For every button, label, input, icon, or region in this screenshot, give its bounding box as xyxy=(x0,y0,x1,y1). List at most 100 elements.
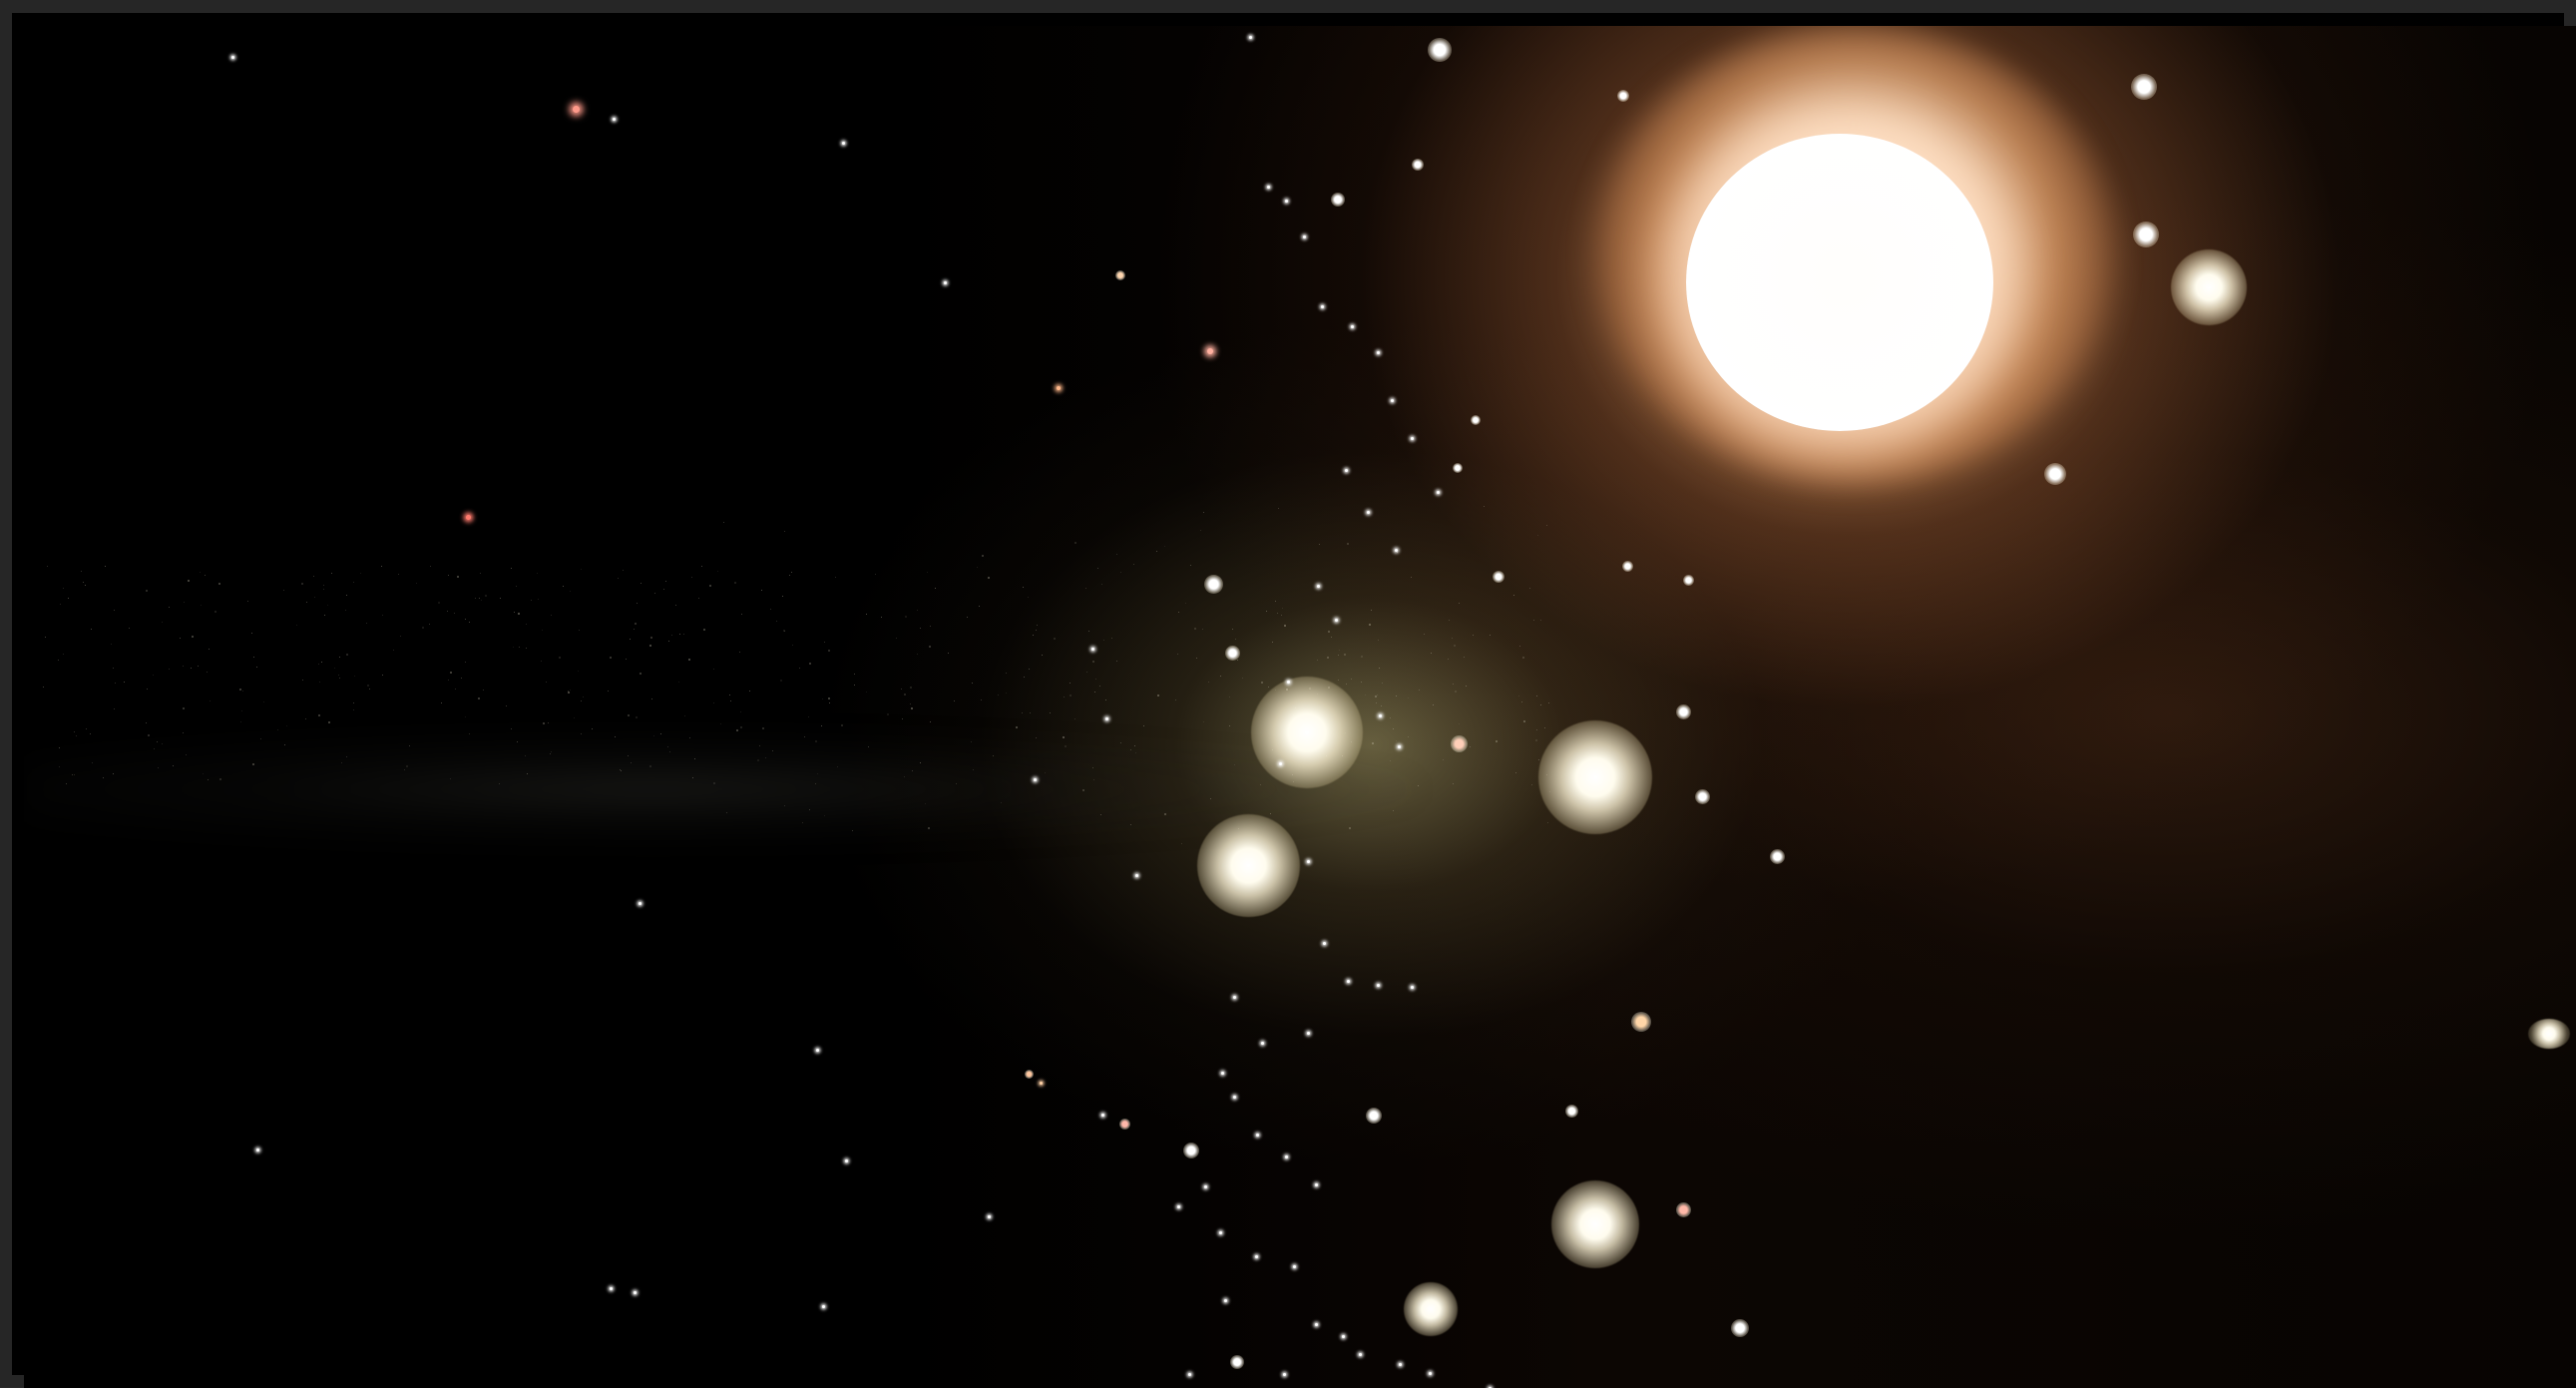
faint-star-icon xyxy=(909,703,911,705)
faint-star-icon xyxy=(1327,630,1330,633)
faint-star-icon xyxy=(1529,587,1531,589)
faint-star-icon xyxy=(42,686,44,688)
faint-star-icon xyxy=(903,776,905,778)
faint-star-icon xyxy=(147,733,150,736)
faint-star-icon xyxy=(1006,693,1008,694)
faint-star-icon xyxy=(1514,771,1516,773)
faint-star-icon xyxy=(1120,572,1122,574)
faint-star-icon xyxy=(519,647,521,649)
faint-star-icon xyxy=(124,682,126,684)
faint-star-icon xyxy=(1030,712,1032,714)
faint-star-icon xyxy=(422,627,425,630)
faint-star-icon xyxy=(204,574,206,576)
faint-star-icon xyxy=(622,570,624,572)
faint-star-icon xyxy=(1337,679,1339,681)
faint-star-icon xyxy=(240,709,242,711)
star-icon xyxy=(1224,1299,1227,1302)
faint-star-icon xyxy=(326,604,328,606)
faint-star-icon xyxy=(541,629,543,631)
star-icon xyxy=(1617,90,1629,102)
faint-star-icon xyxy=(202,772,204,774)
faint-star-icon xyxy=(904,693,907,695)
star-icon xyxy=(1391,399,1394,402)
faint-star-icon xyxy=(105,565,107,567)
star-icon xyxy=(1261,1042,1264,1045)
faint-star-icon xyxy=(345,594,347,596)
faint-star-icon xyxy=(1466,686,1468,688)
faint-star-icon xyxy=(71,773,73,775)
faint-star-icon xyxy=(1094,678,1096,680)
faint-star-icon xyxy=(1346,684,1348,686)
faint-star-icon xyxy=(827,649,830,652)
faint-star-icon xyxy=(1319,544,1321,546)
star-icon xyxy=(634,1291,637,1294)
faint-star-icon xyxy=(1069,694,1072,697)
faint-star-icon xyxy=(62,653,64,655)
faint-star-icon xyxy=(620,769,622,771)
faint-star-icon xyxy=(1396,695,1398,697)
faint-star-icon xyxy=(353,709,355,711)
faint-star-icon xyxy=(972,769,974,771)
faint-star-icon xyxy=(1535,739,1538,742)
faint-star-icon xyxy=(1347,542,1350,545)
faint-star-icon xyxy=(305,717,307,719)
faint-star-icon xyxy=(798,668,800,670)
faint-star-icon xyxy=(526,647,528,649)
faint-star-icon xyxy=(578,670,580,672)
faint-star-icon xyxy=(1069,683,1071,685)
faint-star-icon xyxy=(1535,694,1537,696)
faint-star-icon xyxy=(783,630,785,632)
faint-star-icon xyxy=(318,663,320,665)
faint-star-icon xyxy=(988,576,991,579)
faint-star-icon xyxy=(1282,607,1284,609)
faint-star-icon xyxy=(352,702,354,704)
star-icon xyxy=(1622,561,1633,572)
faint-star-icon xyxy=(708,584,711,587)
faint-star-icon xyxy=(300,582,303,585)
faint-star-icon xyxy=(1458,722,1460,724)
faint-star-icon xyxy=(1111,638,1113,640)
faint-star-icon xyxy=(247,601,249,603)
faint-star-icon xyxy=(1392,727,1394,729)
star-icon xyxy=(1359,1353,1362,1356)
faint-star-icon xyxy=(208,778,209,780)
faint-star-icon xyxy=(930,625,932,627)
star-icon xyxy=(845,1159,848,1162)
faint-star-icon xyxy=(954,700,956,702)
faint-star-icon xyxy=(1390,716,1392,718)
faint-star-icon xyxy=(684,714,686,716)
faint-star-icon xyxy=(198,665,200,667)
faint-star-icon xyxy=(207,672,209,674)
star-icon xyxy=(1091,648,1094,651)
star-icon xyxy=(1283,1373,1286,1376)
star-icon xyxy=(1379,714,1382,717)
faint-star-icon xyxy=(516,741,518,743)
faint-star-icon xyxy=(1374,694,1377,697)
star-icon xyxy=(1429,1372,1432,1375)
faint-star-icon xyxy=(301,679,303,681)
faint-star-icon xyxy=(455,688,457,690)
faint-star-icon xyxy=(912,769,913,771)
faint-star-icon xyxy=(381,565,383,567)
faint-star-icon xyxy=(514,611,516,613)
faint-star-icon xyxy=(1381,705,1383,707)
faint-star-icon xyxy=(545,682,547,684)
star-icon xyxy=(822,1305,825,1308)
faint-star-icon xyxy=(1454,690,1457,693)
faint-star-icon xyxy=(1229,724,1231,726)
faint-star-icon xyxy=(91,629,93,631)
star-icon xyxy=(1631,1012,1651,1032)
faint-star-icon xyxy=(191,667,193,669)
faint-star-icon xyxy=(253,656,255,658)
faint-star-icon xyxy=(334,667,336,669)
faint-star-icon xyxy=(1094,691,1096,693)
star-icon xyxy=(1411,437,1414,440)
star-icon xyxy=(1249,36,1252,39)
star-icon xyxy=(1345,469,1348,472)
faint-star-icon xyxy=(909,687,912,690)
faint-star-icon xyxy=(240,720,242,722)
faint-star-icon xyxy=(200,604,202,606)
star-icon xyxy=(1331,193,1345,207)
star-icon xyxy=(944,281,947,284)
faint-star-icon xyxy=(1267,686,1269,688)
